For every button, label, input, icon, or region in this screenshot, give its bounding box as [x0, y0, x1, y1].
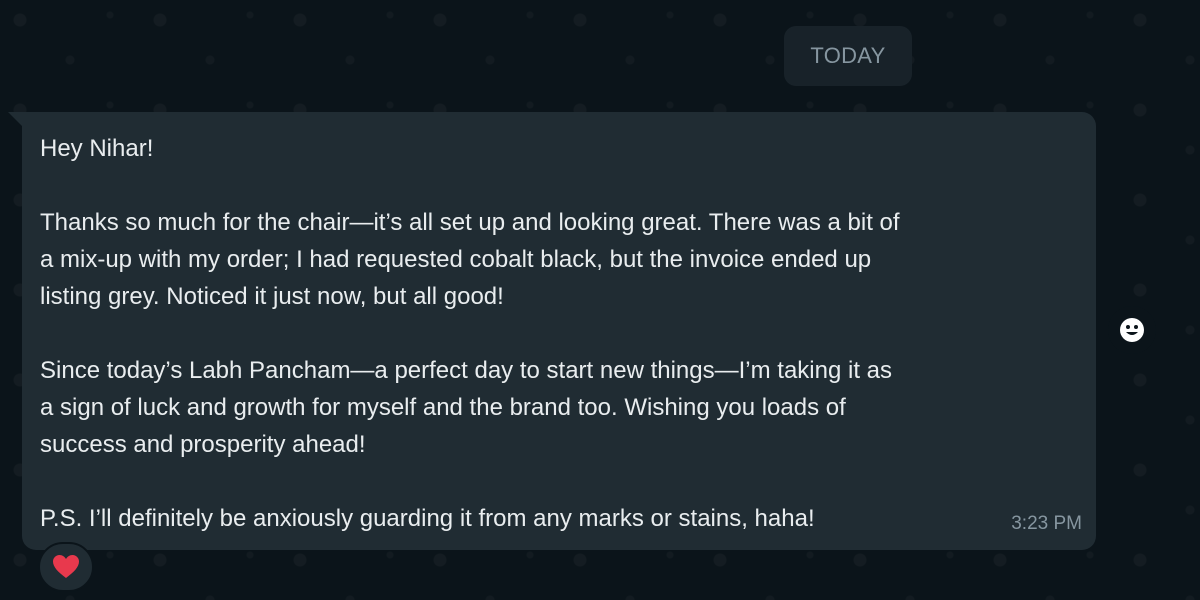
- add-reaction-button[interactable]: [1108, 306, 1156, 354]
- message-paragraph: Since today’s Labh Pancham—a perfect day…: [40, 357, 892, 458]
- date-separator: TODAY: [784, 26, 912, 86]
- message-bubble-tail: [8, 112, 22, 126]
- message-reaction[interactable]: [38, 542, 94, 592]
- smiley-icon: [1120, 318, 1144, 342]
- heart-icon: [53, 555, 79, 578]
- date-separator-label: TODAY: [810, 43, 886, 68]
- incoming-message-bubble[interactable]: Hey Nihar! Thanks so much for the chair—…: [22, 112, 1096, 550]
- message-timestamp: 3:23 PM: [1011, 513, 1082, 534]
- message-paragraph: Hey Nihar!: [40, 135, 154, 162]
- message-paragraph: P.S. I’ll definitely be anxiously guardi…: [40, 505, 815, 532]
- message-paragraph: Thanks so much for the chair—it’s all se…: [40, 209, 900, 310]
